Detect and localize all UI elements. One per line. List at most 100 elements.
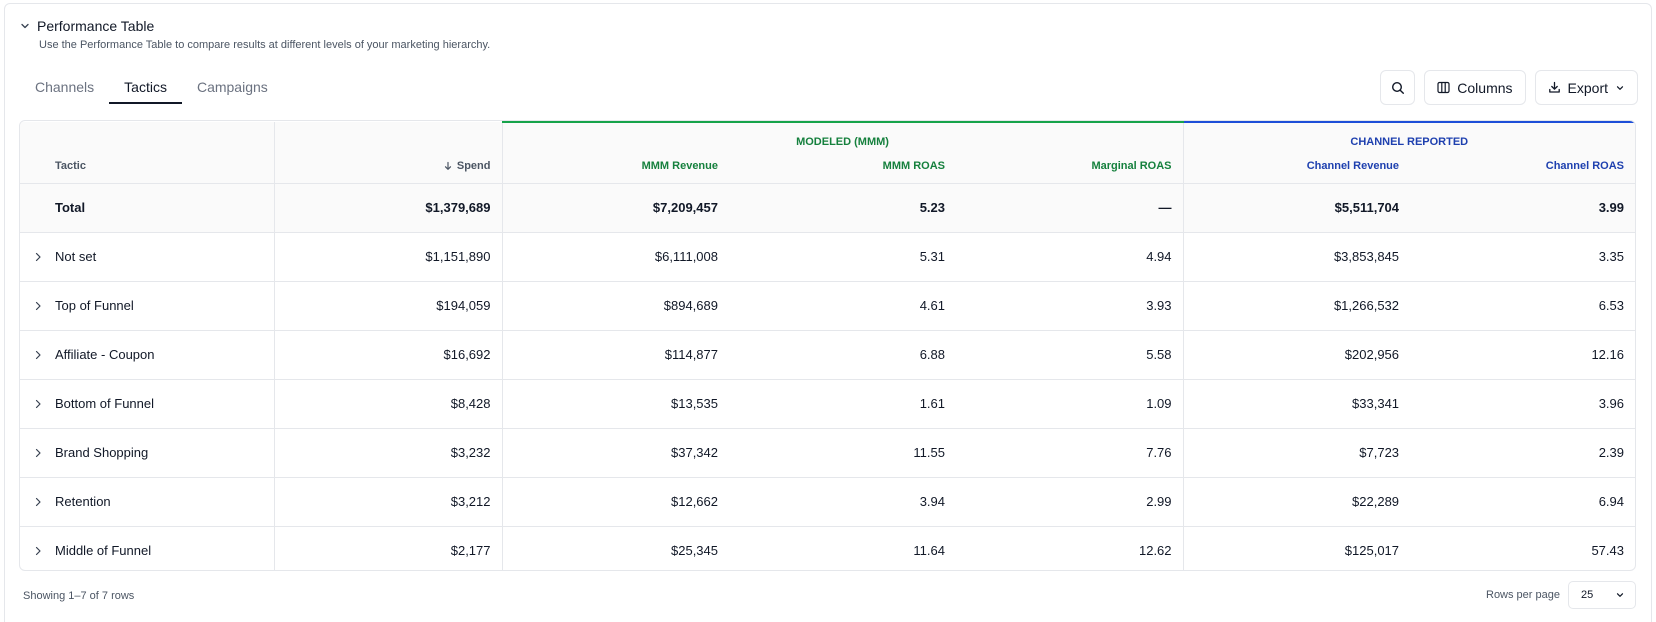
row-count-text: Showing 1–7 of 7 rows xyxy=(23,590,135,602)
table-row[interactable]: Retention $3,212 $12,662 3.94 2.99 $22,2… xyxy=(20,477,1635,526)
chevron-right-icon[interactable] xyxy=(32,349,44,361)
mmm-roas-cell: 5.31 xyxy=(919,249,945,264)
total-label: Total xyxy=(20,183,275,232)
view-tabs: Channels Tactics Campaigns xyxy=(20,72,283,104)
mmm-roas-cell: 11.55 xyxy=(913,445,945,460)
channel-revenue-cell: $125,017 xyxy=(1344,543,1400,559)
rows-per-page-value: 25 xyxy=(1581,589,1594,601)
tab-channels[interactable]: Channels xyxy=(20,72,109,104)
table-row[interactable]: Middle of Funnel $2,177 $25,345 11.64 12… xyxy=(20,526,1635,570)
chevron-down-icon[interactable] xyxy=(20,21,30,31)
column-header-marginal-roas[interactable]: Marginal ROAS xyxy=(956,150,1184,183)
pagination-controls: Rows per page 25 xyxy=(1486,581,1636,609)
tactic-name: Middle of Funnel xyxy=(55,543,152,559)
chevron-down-icon xyxy=(1616,85,1624,90)
mmm-revenue-cell: $894,689 xyxy=(663,298,718,313)
download-icon xyxy=(1548,81,1560,93)
tactic-name: Not set xyxy=(55,249,97,264)
marginal-roas-cell: 4.94 xyxy=(956,232,1184,281)
section-title: Performance Table xyxy=(37,18,155,34)
tactic-name: Top of Funnel xyxy=(55,298,134,313)
tactic-cell: Brand Shopping xyxy=(20,428,275,477)
mmm-revenue-cell: $25,345 xyxy=(671,543,718,559)
spend-cell: $1,151,890 xyxy=(274,232,503,281)
tactic-cell: Bottom of Funnel xyxy=(20,379,275,428)
spend-cell: $3,232 xyxy=(274,428,503,477)
mmm-roas-cell: 3.94 xyxy=(919,494,945,509)
table-row[interactable]: Bottom of Funnel $8,428 $13,535 1.61 1.0… xyxy=(20,379,1635,428)
tab-campaigns[interactable]: Campaigns xyxy=(182,72,283,104)
chevron-right-icon[interactable] xyxy=(32,251,44,263)
tactic-cell: Affiliate - Coupon xyxy=(20,330,275,379)
table-row[interactable]: Top of Funnel $194,059 $894,689 4.61 3.9… xyxy=(20,281,1635,330)
tactic-name: Bottom of Funnel xyxy=(55,396,154,411)
chevron-right-icon[interactable] xyxy=(32,398,44,410)
mmm-revenue-cell: $13,535 xyxy=(671,396,718,411)
search-icon xyxy=(1391,81,1404,94)
total-mmm-revenue: $7,209,457 xyxy=(502,183,729,232)
column-header-mmm-revenue[interactable]: MMM Revenue xyxy=(502,150,729,183)
chevron-right-icon[interactable] xyxy=(32,447,44,459)
marginal-roas-cell: 7.76 xyxy=(956,428,1184,477)
mmm-roas-cell: 6.88 xyxy=(919,347,945,362)
arrow-down-icon xyxy=(443,161,453,171)
mmm-roas-cell: 1.61 xyxy=(919,396,945,411)
column-header-spend[interactable]: Spend xyxy=(274,150,503,183)
export-button[interactable]: Export xyxy=(1534,70,1638,105)
spend-cell: $3,212 xyxy=(274,477,503,526)
column-header-tactic[interactable]: Tactic xyxy=(20,150,275,183)
channel-roas-cell: 3.96 xyxy=(1598,396,1624,411)
chevron-down-icon xyxy=(1616,593,1624,597)
channel-roas-cell: 6.53 xyxy=(1598,298,1624,313)
spend-header-label: Spend xyxy=(456,160,491,173)
total-channel-revenue: $5,511,704 xyxy=(1183,183,1411,232)
tactic-cell: Not set xyxy=(20,232,275,281)
section-subtitle: Use the Performance Table to compare res… xyxy=(39,39,491,51)
channel-revenue-cell: $33,341 xyxy=(1352,396,1400,411)
group-header-reported: CHANNEL REPORTED xyxy=(1183,121,1635,150)
section-header[interactable]: Performance Table xyxy=(20,18,154,34)
group-header-blank xyxy=(20,122,275,150)
spend-cell: $8,428 xyxy=(274,379,503,428)
channel-roas-cell: 2.39 xyxy=(1598,445,1624,460)
channel-roas-cell: 57.43 xyxy=(1591,543,1624,559)
column-header-channel-roas[interactable]: Channel ROAS xyxy=(1410,150,1635,183)
total-marginal-roas: — xyxy=(956,183,1184,232)
columns-button[interactable]: Columns xyxy=(1424,70,1526,105)
spend-cell: $16,692 xyxy=(274,330,503,379)
column-header-channel-revenue[interactable]: Channel Revenue xyxy=(1183,150,1411,183)
channel-revenue-cell: $22,289 xyxy=(1352,494,1400,509)
tactic-cell: Middle of Funnel xyxy=(20,526,275,570)
column-header-mmm-roas[interactable]: MMM ROAS xyxy=(729,150,956,183)
columns-icon xyxy=(1437,81,1450,94)
marginal-roas-cell: 1.09 xyxy=(956,379,1184,428)
chevron-right-icon[interactable] xyxy=(32,545,44,557)
total-mmm-roas: 5.23 xyxy=(729,183,956,232)
spend-cell: $194,059 xyxy=(274,281,503,330)
total-row: Total $1,379,689 $7,209,457 5.23 — $5,51… xyxy=(20,183,1635,232)
tab-tactics[interactable]: Tactics xyxy=(109,72,182,104)
mmm-revenue-cell: $6,111,008 xyxy=(654,249,718,264)
table-row[interactable]: Brand Shopping $3,232 $37,342 11.55 7.76… xyxy=(20,428,1635,477)
marginal-roas-cell: 12.62 xyxy=(956,526,1184,570)
chevron-right-icon[interactable] xyxy=(32,300,44,312)
mmm-revenue-cell: $114,877 xyxy=(664,347,718,362)
mmm-revenue-cell: $12,662 xyxy=(671,494,718,509)
search-button[interactable] xyxy=(1380,70,1416,105)
chevron-right-icon[interactable] xyxy=(32,496,44,508)
tactic-name: Affiliate - Coupon xyxy=(55,347,155,362)
columns-label: Columns xyxy=(1457,79,1513,96)
marginal-roas-cell: 3.93 xyxy=(956,281,1184,330)
marginal-roas-cell: 5.58 xyxy=(956,330,1184,379)
channel-roas-cell: 6.94 xyxy=(1598,494,1624,509)
table-row[interactable]: Not set $1,151,890 $6,111,008 5.31 4.94 … xyxy=(20,232,1635,281)
spend-cell: $2,177 xyxy=(274,526,503,570)
rows-per-page-select[interactable]: 25 xyxy=(1568,581,1636,609)
table-toolbar: Columns Export xyxy=(1380,70,1638,105)
mmm-roas-cell: 11.64 xyxy=(913,543,945,559)
mmm-revenue-cell: $37,342 xyxy=(671,445,718,460)
total-channel-roas: 3.99 xyxy=(1410,183,1635,232)
channel-roas-cell: 3.35 xyxy=(1598,249,1624,264)
export-label: Export xyxy=(1567,79,1608,96)
table-row[interactable]: Affiliate - Coupon $16,692 $114,877 6.88… xyxy=(20,330,1635,379)
